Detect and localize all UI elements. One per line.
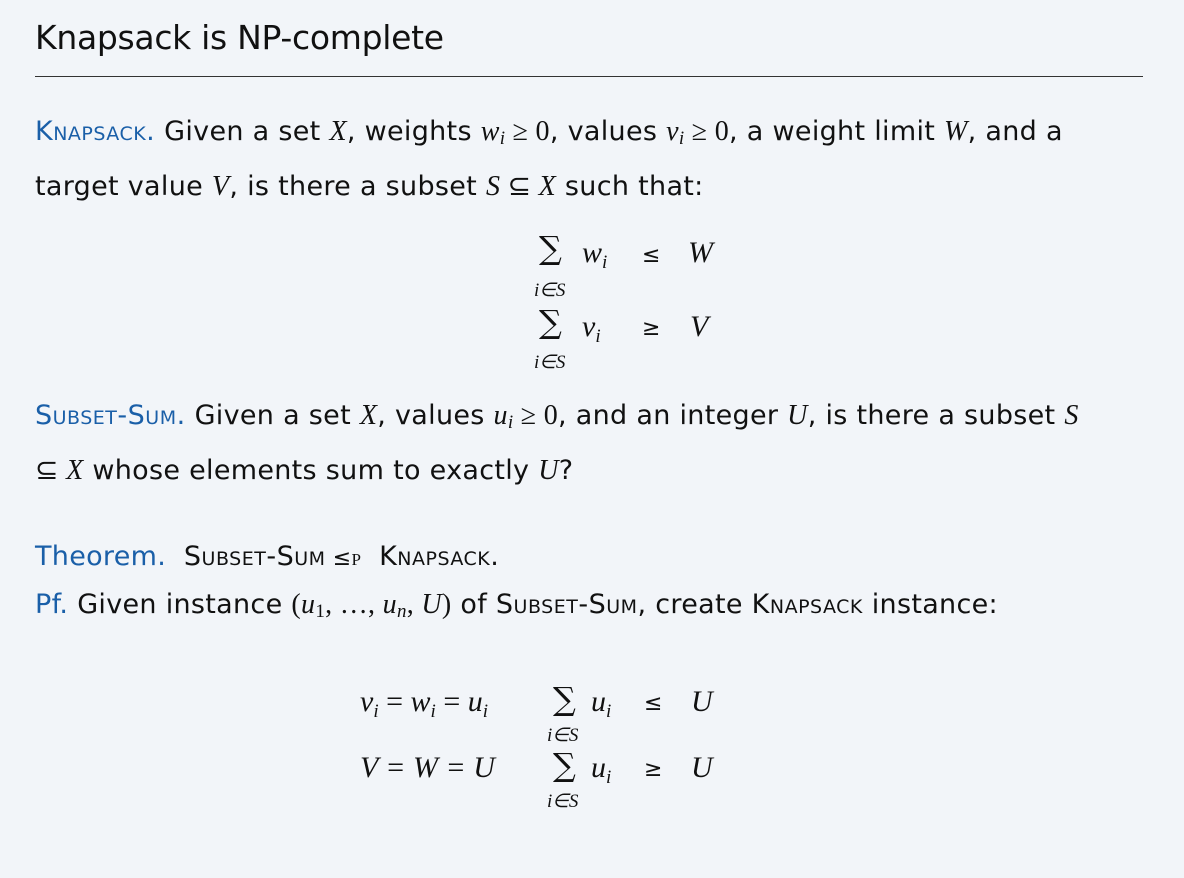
math-var: vi	[666, 116, 685, 149]
text: Given instance	[68, 589, 292, 620]
text: whose elements sum to exactly	[83, 455, 539, 486]
reduction-symbol: ≤	[325, 546, 352, 571]
target-value: V	[690, 310, 709, 343]
math-var: X	[329, 116, 347, 147]
text: , values	[377, 400, 494, 431]
problem-name: Subset-Sum	[495, 589, 638, 620]
geq-symbol: ≥	[644, 757, 663, 782]
text: , is there a subset	[229, 171, 486, 202]
reduction-subscript: P	[351, 550, 362, 569]
sum-symbol: ∑	[553, 746, 576, 784]
sum-symbol: ∑	[539, 303, 562, 341]
theorem-label: Theorem.	[35, 541, 167, 572]
title-divider	[35, 76, 1143, 77]
text: such that:	[556, 171, 704, 202]
subsetsum-definition: Subset-Sum. Given a set X, values ui ≥ 0…	[35, 392, 1145, 495]
value-term: vi	[582, 310, 601, 347]
math-var: X	[66, 455, 84, 486]
page-title: Knapsack is NP-complete	[35, 18, 444, 57]
knapsack-term: Knapsack.	[35, 116, 156, 147]
math-var: S	[1064, 400, 1079, 431]
sum-term: ui	[591, 751, 612, 788]
sum-symbol: ∑	[553, 680, 576, 718]
problem-name: Subset-Sum	[183, 541, 326, 572]
sum-term: ui	[591, 685, 612, 722]
text: , a weight limit	[729, 116, 945, 147]
problem-name: Knapsack	[751, 589, 863, 620]
geq-symbol: ≥	[642, 316, 661, 341]
math-var: S	[485, 171, 501, 202]
math-var: ui	[493, 400, 514, 433]
math-var: wi	[480, 116, 506, 149]
text: ?	[558, 455, 574, 486]
subsetsum-term: Subset-Sum.	[35, 400, 186, 431]
proof-statement: Pf. Given instance (u1, …, un, U) of Sub…	[35, 581, 1145, 636]
text: Given a set	[155, 116, 330, 147]
text: , is there a subset	[807, 400, 1065, 431]
bound-U: U	[691, 751, 713, 784]
sum-index: i∈S	[534, 280, 566, 301]
assignment-eq1: vi = wi = ui	[360, 685, 489, 722]
math-var: X	[359, 400, 378, 431]
math-expr: ⊆	[500, 171, 539, 202]
problem-name: Knapsack	[379, 541, 491, 572]
math-var: V	[211, 171, 230, 202]
leq-symbol: ≤	[642, 243, 661, 268]
sum-symbol: ∑	[539, 229, 562, 267]
sum-index: i∈S	[534, 352, 566, 373]
text: , weights	[346, 116, 481, 147]
text: , and an integer	[558, 400, 788, 431]
math-var: U	[787, 400, 808, 431]
text: , values	[549, 116, 667, 147]
theorem-statement: Theorem. Subset-Sum ≤P Knapsack.	[35, 533, 1145, 584]
knapsack-definition: Knapsack. Given a set X, weights wi ≥ 0,…	[35, 108, 1145, 211]
text: of	[451, 589, 496, 620]
text: .	[490, 541, 500, 572]
weight-term: wi	[582, 236, 608, 273]
weight-limit: W	[688, 236, 713, 269]
bound-U: U	[691, 685, 713, 718]
text: , create	[637, 589, 752, 620]
math-expr: ≥ 0	[505, 116, 550, 147]
leq-symbol: ≤	[644, 691, 663, 716]
sum-index: i∈S	[547, 791, 579, 812]
assignment-eq2: V = W = U	[360, 751, 495, 784]
sum-index: i∈S	[547, 725, 579, 746]
proof-label: Pf.	[35, 589, 69, 620]
math-expr: ≥ 0	[513, 400, 559, 431]
instance-tuple: (u1, …, un, U)	[291, 589, 452, 622]
text: instance:	[862, 589, 998, 620]
math-var: U	[538, 455, 559, 486]
text: Given a set	[185, 400, 360, 431]
math-var: W	[944, 116, 968, 147]
math-expr: ⊆	[35, 455, 67, 486]
math-expr: ≥ 0	[684, 116, 730, 147]
math-var: X	[538, 171, 557, 202]
